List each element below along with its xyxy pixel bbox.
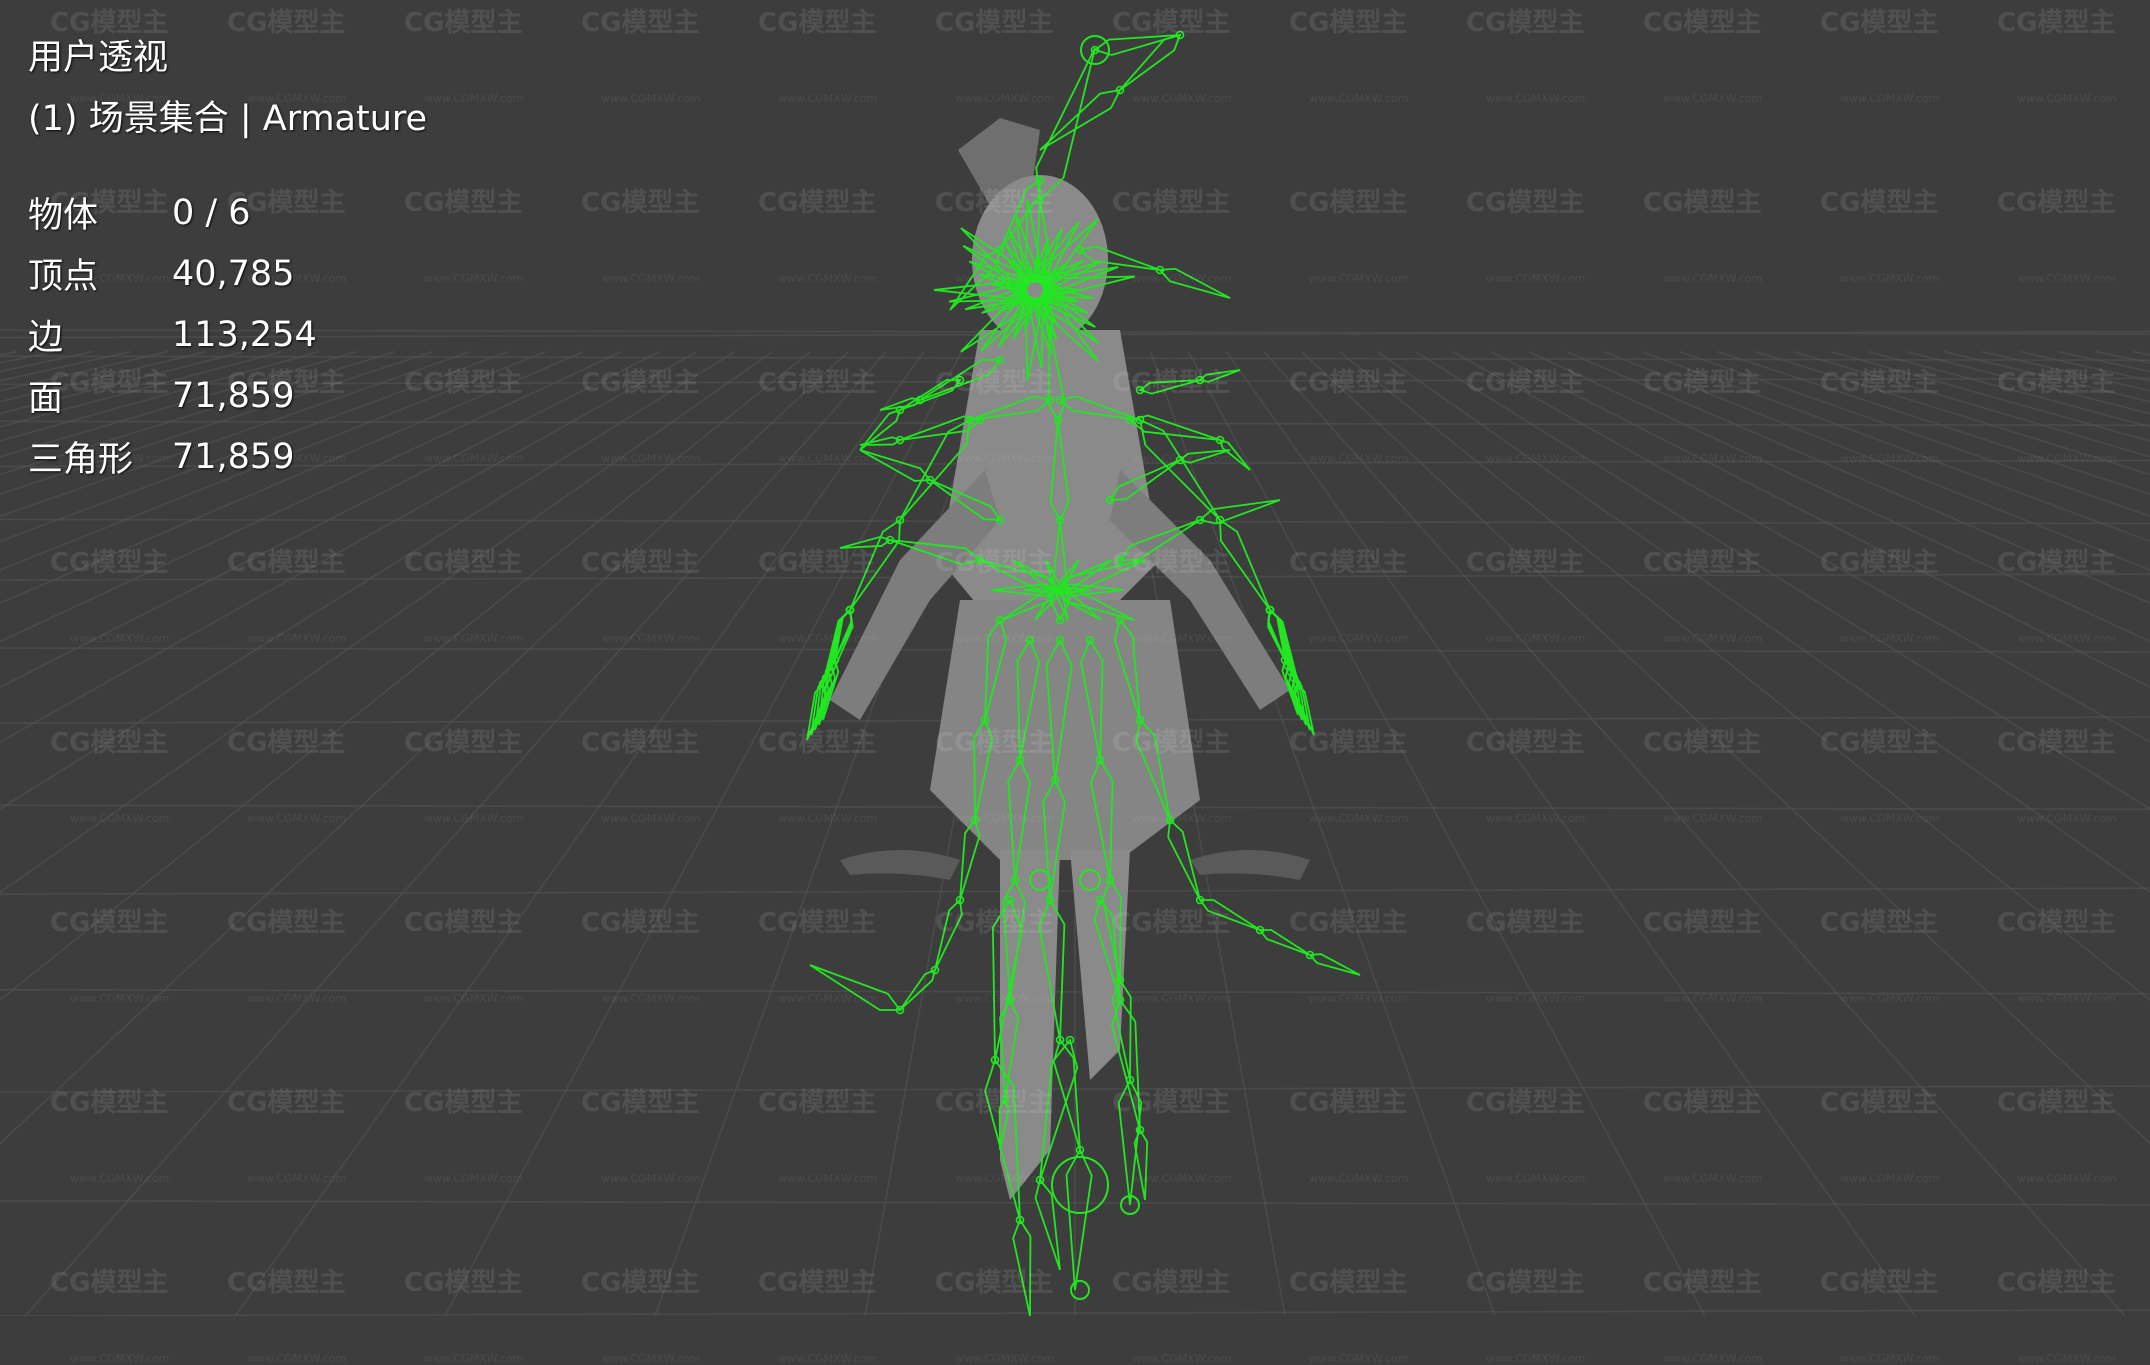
- watermark-url: www.CGMXW.com: [1309, 1352, 1409, 1365]
- weapon-shape: [1190, 850, 1310, 880]
- grid-line: [1717, 350, 2150, 495]
- skirt-shape: [930, 600, 1200, 860]
- bone: [1258, 929, 1311, 956]
- stat-label: 面: [28, 379, 64, 419]
- grid-line: [1452, 350, 2150, 743]
- grid-line: [0, 350, 547, 571]
- grid-line: [1641, 350, 2150, 543]
- watermark-url: www.CGMXW.com: [778, 1352, 878, 1365]
- grid-line: [1566, 350, 2150, 604]
- bone: [1065, 1147, 1093, 1291]
- stat-faces: 面 71,859: [28, 365, 427, 426]
- foot-bone-circle: [1051, 1156, 1109, 1214]
- watermark-url: www.CGMXW.com: [247, 1352, 347, 1365]
- stat-label: 三角形: [28, 440, 134, 480]
- grid-line: [1414, 351, 2150, 810]
- grid-line: [2019, 350, 2150, 382]
- bone: [839, 536, 892, 549]
- bone: [1133, 1127, 1149, 1201]
- grid-line: [234, 351, 925, 1316]
- bone: [809, 964, 902, 1011]
- grid-line: [1528, 350, 2150, 643]
- grid-line: [0, 350, 131, 382]
- stat-value: 0 / 6: [172, 192, 251, 233]
- grid-line: [1603, 350, 2150, 571]
- grid-line: [2133, 350, 2150, 356]
- grid-line: [0, 351, 774, 894]
- watermark-url: www.CGMXW.com: [2017, 1352, 2117, 1365]
- viewport-info-overlay: 用户透视 (1) 场景集合 | Armature 物体 0 / 6 顶点 40,…: [28, 28, 427, 487]
- grid-line: [0, 350, 55, 364]
- bone: [934, 898, 963, 971]
- stat-value: 40,785: [172, 253, 295, 294]
- grid-line: [0, 350, 698, 743]
- grid-line: [1830, 350, 2150, 442]
- grid-line: [1868, 350, 2150, 428]
- watermark-url: www.CGMXW.com: [70, 1352, 170, 1365]
- grid-line: [0, 350, 471, 518]
- bone: [899, 968, 937, 1011]
- stat-label: 顶点: [28, 257, 99, 297]
- watermark-url: www.CGMXW.com: [955, 1352, 1055, 1365]
- scene-statistics: 物体 0 / 6 顶点 40,785 边 113,254 面 71,859 三角…: [28, 182, 427, 487]
- stat-vertices: 顶点 40,785: [28, 243, 427, 304]
- grid-line: [0, 350, 509, 543]
- grid-line: [0, 351, 849, 1145]
- stat-label: 边: [28, 318, 64, 358]
- bone: [1012, 1217, 1032, 1316]
- grid-line: [0, 350, 206, 403]
- watermark-url: www.CGMXW.com: [1663, 1352, 1763, 1365]
- foot-bone-circle: [1070, 1280, 1090, 1300]
- stat-objects: 物体 0 / 6: [28, 182, 427, 243]
- watermark-url: www.CGMXW.com: [601, 1352, 701, 1365]
- watermark-url: www.CGMXW.com: [1486, 1352, 1586, 1365]
- grid-line: [0, 350, 93, 373]
- grid-line: [2057, 350, 2150, 373]
- grid-line: [1679, 350, 2150, 518]
- watermark-url: www.CGMXW.com: [424, 1352, 524, 1365]
- watermark-url: www.CGMXW.com: [1132, 1352, 1232, 1365]
- bone: [1198, 369, 1241, 383]
- stat-value: 71,859: [172, 375, 295, 416]
- grid-line: [0, 350, 433, 495]
- character-mesh[interactable]: [830, 118, 1310, 1200]
- grid-line: [2095, 350, 2150, 364]
- grid-line: [0, 350, 17, 356]
- grid-line: [0, 350, 358, 458]
- bone: [1039, 88, 1122, 151]
- grid-line: [444, 351, 963, 1316]
- bone: [1218, 438, 1251, 471]
- watermark-url: www.CGMXW.com: [1840, 1352, 1940, 1365]
- stat-label: 物体: [28, 196, 99, 236]
- view-name-label: 用户透视: [28, 38, 169, 78]
- stat-edges: 边 113,254: [28, 304, 427, 365]
- stat-value: 113,254: [172, 314, 317, 355]
- bone: [1308, 953, 1361, 976]
- grid-line: [1301, 351, 2150, 1145]
- weapon-shape: [840, 850, 960, 880]
- grid-line: [1792, 350, 2150, 458]
- grid-line: [0, 350, 282, 428]
- grid-line: [1376, 351, 2150, 894]
- grid-line: [0, 351, 736, 810]
- collection-label: (1) 场景集合 | Armature: [28, 99, 428, 139]
- grid-line: [0, 350, 320, 442]
- grid-line: [1149, 351, 1496, 1316]
- grid-line: [0, 350, 660, 689]
- grid-line: [24, 351, 887, 1316]
- bone: [1034, 1178, 1061, 1271]
- grid-line: [1187, 351, 1706, 1316]
- grid-line: [0, 350, 584, 604]
- stat-triangles: 三角形 71,859: [28, 426, 427, 487]
- bone: [1198, 899, 1261, 931]
- bone: [1158, 267, 1231, 299]
- bone: [1138, 379, 1201, 395]
- grid-line: [1490, 350, 2150, 689]
- grid-line: [1225, 351, 1916, 1316]
- grid-line: [1944, 350, 2150, 403]
- grid-line: [654, 351, 1001, 1316]
- stat-value: 71,859: [172, 436, 295, 477]
- grid-line: [1263, 351, 2126, 1316]
- grid-line: [0, 350, 622, 643]
